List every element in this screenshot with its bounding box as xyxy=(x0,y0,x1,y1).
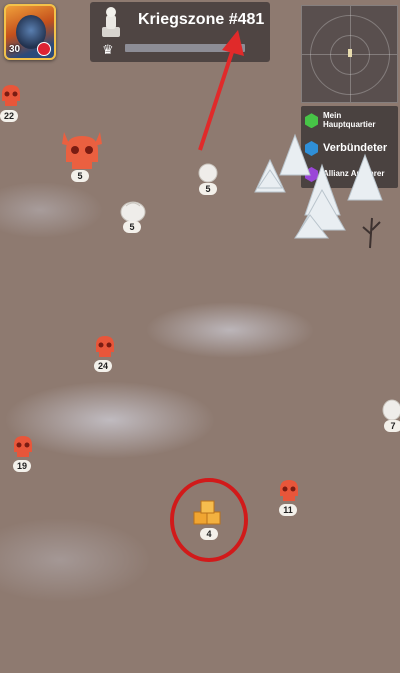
game-map[interactable]: 30 Kriegszone #481 ♛ Mein Hauptquartier xyxy=(0,0,400,673)
annotation-overlay xyxy=(170,30,248,562)
red-arrow-head xyxy=(222,30,244,56)
red-arrow xyxy=(198,45,236,151)
red-highlight-circle xyxy=(170,478,248,562)
